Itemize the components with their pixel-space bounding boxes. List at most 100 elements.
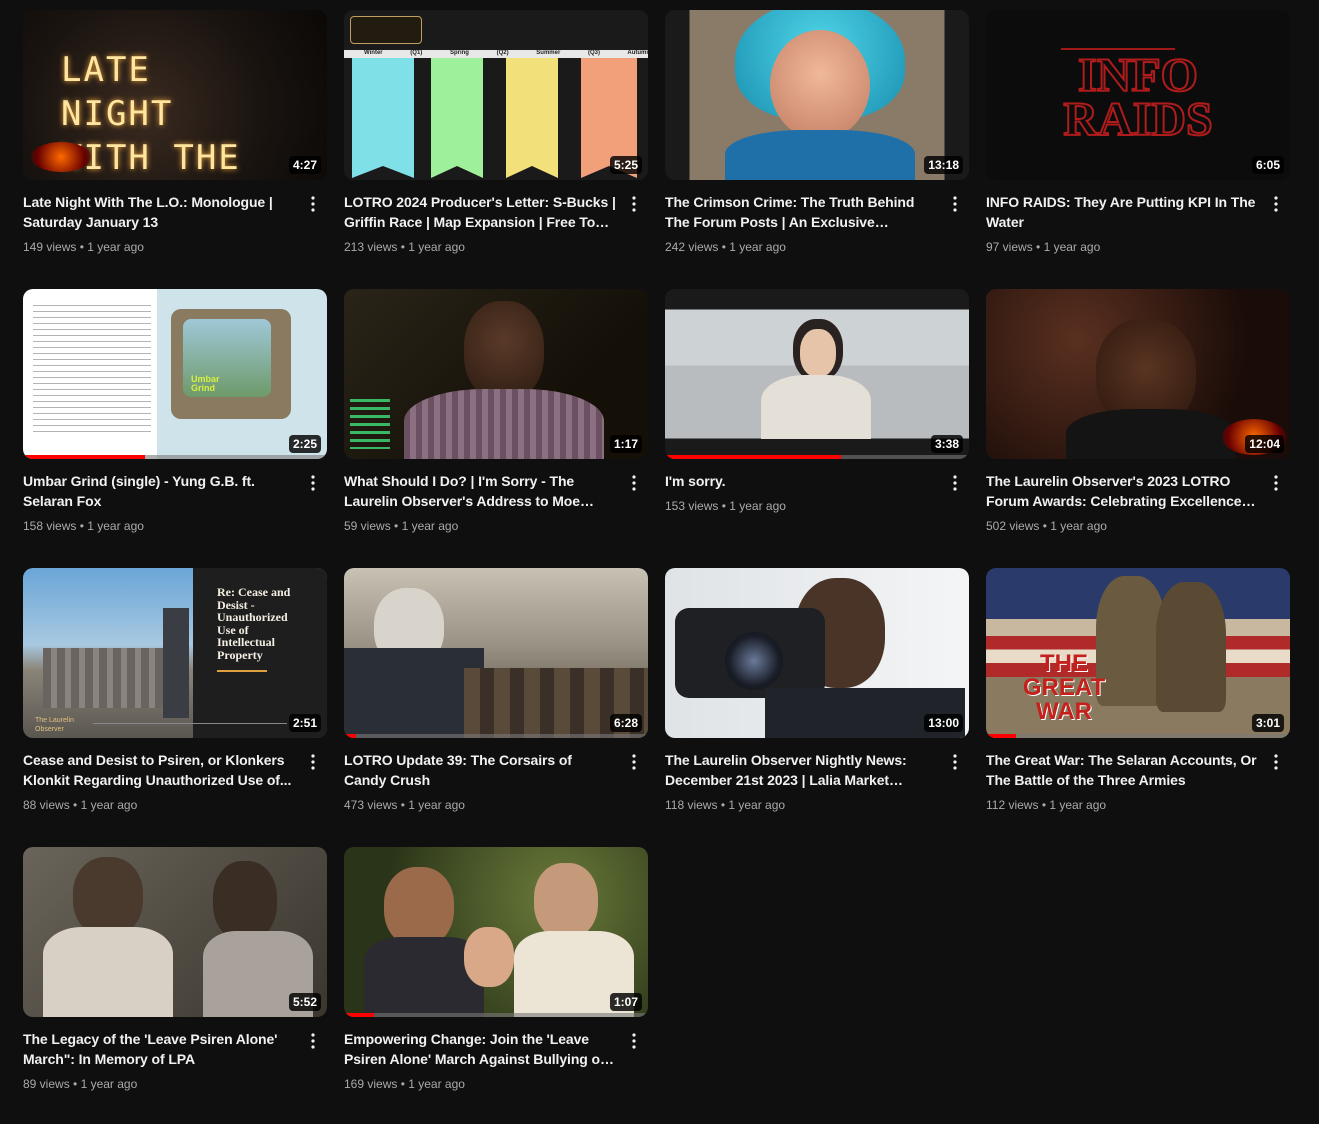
video-thumbnail[interactable]: 1:17 <box>344 289 648 459</box>
video-duration: 1:07 <box>609 993 642 1011</box>
video-duration: 3:01 <box>1251 714 1284 732</box>
video-title[interactable]: Empowering Change: Join the 'Leave Psire… <box>344 1029 616 1069</box>
video-title[interactable]: The Laurelin Observer's 2023 LOTRO Forum… <box>986 471 1258 511</box>
video-stats: 502 views • 1 year ago <box>986 519 1107 533</box>
video-duration: 3:38 <box>930 435 963 453</box>
more-actions-icon[interactable] <box>301 1029 325 1053</box>
watch-progress-bar <box>986 734 1290 738</box>
video-card[interactable]: 3:38 I'm sorry. 153 views • 1 year ago <box>665 289 969 515</box>
thumbnail-caption: Re: Cease and Desist - Unauthorized Use … <box>217 585 291 662</box>
video-title[interactable]: INFO RAIDS: They Are Putting KPI In The … <box>986 192 1258 232</box>
video-stats: 97 views • 1 year ago <box>986 240 1101 254</box>
video-card[interactable]: INFO RAIDS 6:05 INFO RAIDS: They Are Put… <box>986 10 1290 256</box>
video-thumbnail[interactable]: 5:52 <box>23 847 327 1017</box>
more-actions-icon[interactable] <box>943 471 967 495</box>
video-stats: 149 views • 1 year ago <box>23 240 144 254</box>
video-duration: 13:00 <box>924 714 963 732</box>
video-stats: 118 views • 1 year ago <box>665 798 786 812</box>
video-title[interactable]: Late Night With The L.O.: Monologue | Sa… <box>23 192 295 232</box>
video-card[interactable]: 13:00 The Laurelin Observer Nightly News… <box>665 568 969 814</box>
video-duration: 5:25 <box>609 156 642 174</box>
video-card[interactable]: 6:28 LOTRO Update 39: The Corsairs of Ca… <box>344 568 648 814</box>
video-thumbnail[interactable]: 12:04 <box>986 289 1290 459</box>
video-card[interactable]: 1:07 Empowering Change: Join the 'Leave … <box>344 847 648 1093</box>
watch-progress-bar <box>344 734 648 738</box>
watch-progress-bar <box>344 1013 648 1017</box>
video-duration: 12:04 <box>1245 435 1284 453</box>
video-duration: 13:18 <box>924 156 963 174</box>
more-actions-icon[interactable] <box>301 750 325 774</box>
video-thumbnail[interactable]: 13:18 <box>665 10 969 180</box>
video-stats: 242 views • 1 year ago <box>665 240 786 254</box>
more-actions-icon[interactable] <box>943 750 967 774</box>
video-card[interactable]: Re: Cease and Desist - Unauthorized Use … <box>23 568 327 814</box>
thumbnail-caption: LATE NIGHT WITH THE L.O. <box>61 50 241 178</box>
more-actions-icon[interactable] <box>622 192 646 216</box>
video-stats: 112 views • 1 year ago <box>986 798 1107 812</box>
more-actions-icon[interactable] <box>1264 750 1288 774</box>
video-duration: 4:27 <box>288 156 321 174</box>
watch-progress-fill <box>986 734 1017 738</box>
video-thumbnail[interactable]: Umbar Grind 2:25 <box>23 289 327 459</box>
more-actions-icon[interactable] <box>622 750 646 774</box>
watch-progress-fill <box>23 455 145 459</box>
more-actions-icon[interactable] <box>943 192 967 216</box>
video-card[interactable]: LATE NIGHT WITH THE L.O. 4:27 Late Night… <box>23 10 327 256</box>
video-stats: 473 views • 1 year ago <box>344 798 465 812</box>
video-duration: 2:51 <box>288 714 321 732</box>
watch-progress-fill <box>665 455 842 459</box>
video-thumbnail[interactable]: 13:00 <box>665 568 969 738</box>
thumbnail-caption: THE GREAT WAR <box>1022 650 1106 725</box>
watch-progress-fill <box>344 1013 375 1017</box>
video-duration: 5:52 <box>288 993 321 1011</box>
more-actions-icon[interactable] <box>622 1029 646 1053</box>
thumbnail-caption: Winter (Q1) Spring (Q2) Summer (Q3) Autu… <box>364 50 648 56</box>
thumbnail-caption: INFO RAIDS <box>1062 49 1213 146</box>
video-title[interactable]: The Legacy of the 'Leave Psiren Alone' M… <box>23 1029 295 1069</box>
video-thumbnail[interactable]: 1:07 <box>344 847 648 1017</box>
video-stats: 158 views • 1 year ago <box>23 519 144 533</box>
thumbnail-caption: Umbar Grind <box>191 374 220 393</box>
video-duration: 6:28 <box>609 714 642 732</box>
more-actions-icon[interactable] <box>301 192 325 216</box>
video-card[interactable]: 12:04 The Laurelin Observer's 2023 LOTRO… <box>986 289 1290 535</box>
video-title[interactable]: I'm sorry. <box>665 471 937 491</box>
video-card[interactable]: Winter (Q1) Spring (Q2) Summer (Q3) Autu… <box>344 10 648 256</box>
video-title[interactable]: The Crimson Crime: The Truth Behind The … <box>665 192 937 232</box>
video-stats: 88 views • 1 year ago <box>23 798 138 812</box>
video-title[interactable]: What Should I Do? | I'm Sorry - The Laur… <box>344 471 616 511</box>
video-thumbnail[interactable]: 6:28 <box>344 568 648 738</box>
video-title[interactable]: LOTRO 2024 Producer's Letter: S-Bucks | … <box>344 192 616 232</box>
video-stats: 153 views • 1 year ago <box>665 499 786 513</box>
video-card[interactable]: 13:18 The Crimson Crime: The Truth Behin… <box>665 10 969 256</box>
video-title[interactable]: The Laurelin Observer Nightly News: Dece… <box>665 750 937 790</box>
video-duration: 6:05 <box>1251 156 1284 174</box>
video-stats: 169 views • 1 year ago <box>344 1077 465 1091</box>
more-actions-icon[interactable] <box>622 471 646 495</box>
video-stats: 213 views • 1 year ago <box>344 240 465 254</box>
video-thumbnail[interactable]: Re: Cease and Desist - Unauthorized Use … <box>23 568 327 738</box>
video-card[interactable]: Umbar Grind 2:25 Umbar Grind (single) - … <box>23 289 327 535</box>
video-card[interactable]: THE GREAT WAR 3:01 The Great War: The Se… <box>986 568 1290 814</box>
video-card[interactable]: 1:17 What Should I Do? | I'm Sorry - The… <box>344 289 648 535</box>
more-actions-icon[interactable] <box>1264 192 1288 216</box>
more-actions-icon[interactable] <box>301 471 325 495</box>
video-title[interactable]: LOTRO Update 39: The Corsairs of Candy C… <box>344 750 616 790</box>
video-title[interactable]: Cease and Desist to Psiren, or Klonkers … <box>23 750 295 790</box>
video-thumbnail[interactable]: Winter (Q1) Spring (Q2) Summer (Q3) Autu… <box>344 10 648 180</box>
video-duration: 2:25 <box>288 435 321 453</box>
thumbnail-channel-tag: The Laurelin Observer <box>35 717 74 733</box>
video-thumbnail[interactable]: 3:38 <box>665 289 969 459</box>
video-thumbnail[interactable]: THE GREAT WAR 3:01 <box>986 568 1290 738</box>
video-thumbnail[interactable]: INFO RAIDS 6:05 <box>986 10 1290 180</box>
video-title[interactable]: The Great War: The Selaran Accounts, Or … <box>986 750 1258 790</box>
video-stats: 59 views • 1 year ago <box>344 519 459 533</box>
video-card[interactable]: 5:52 The Legacy of the 'Leave Psiren Alo… <box>23 847 327 1093</box>
more-actions-icon[interactable] <box>1264 471 1288 495</box>
video-thumbnail[interactable]: LATE NIGHT WITH THE L.O. 4:27 <box>23 10 327 180</box>
video-duration: 1:17 <box>609 435 642 453</box>
video-title[interactable]: Umbar Grind (single) - Yung G.B. ft. Sel… <box>23 471 295 511</box>
watch-progress-bar <box>23 455 327 459</box>
video-stats: 89 views • 1 year ago <box>23 1077 138 1091</box>
watch-progress-fill <box>344 734 357 738</box>
